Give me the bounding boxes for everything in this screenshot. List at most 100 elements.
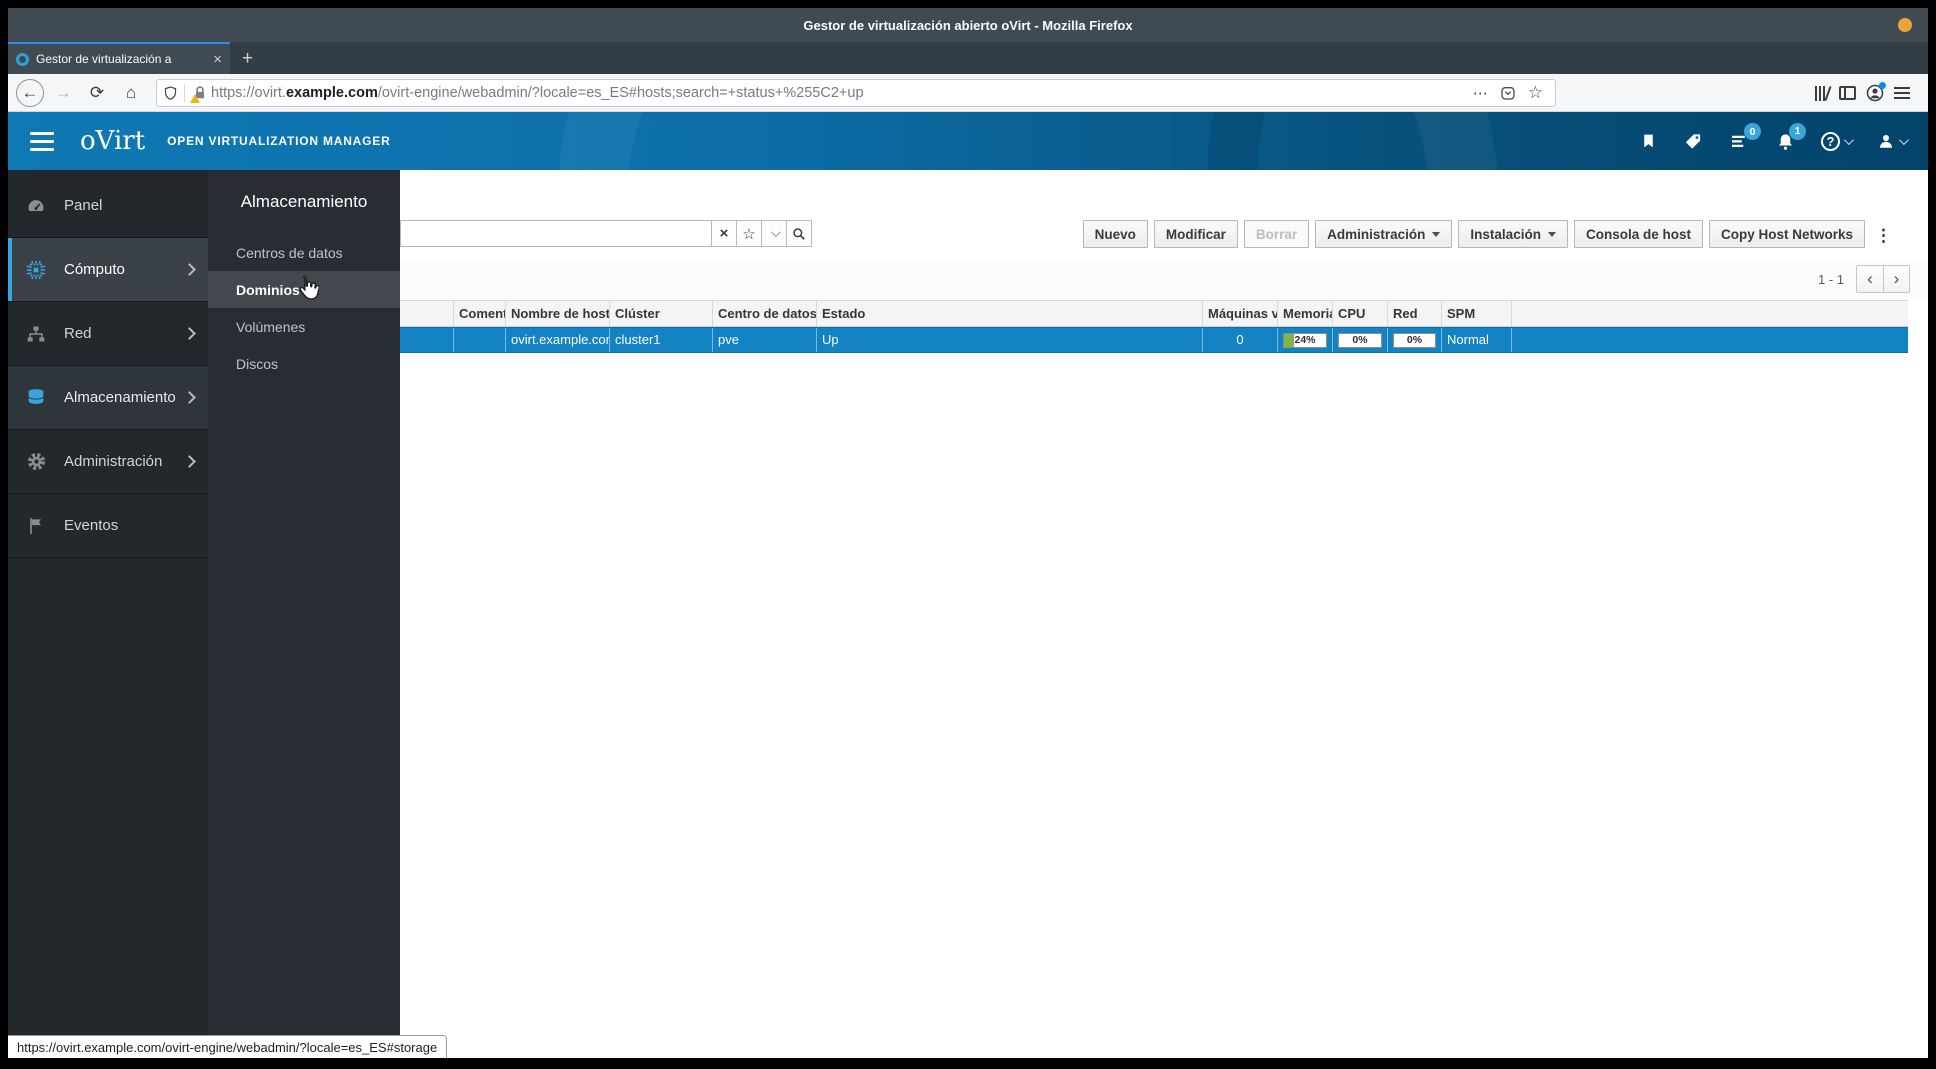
url-bar[interactable]: https://ovirt.example.com/ovirt-engine/w… [156, 78, 1556, 107]
remove-host-button[interactable]: Borrar [1243, 220, 1310, 248]
memory-meter: 24% [1283, 332, 1327, 348]
flyout-item-discos[interactable]: Discos [208, 345, 400, 382]
app-body: Panel Cómputo Red Almacenamiento Adminis… [8, 170, 1928, 1058]
mixed-content-lock-icon[interactable] [190, 85, 209, 103]
account-icon[interactable] [1866, 81, 1886, 102]
host-cell-comment [454, 328, 506, 352]
installation-dropdown-button[interactable]: Instalación [1458, 220, 1568, 248]
help-icon: ? [1821, 131, 1840, 151]
host-buttons: Nuevo Modificar Borrar Administración In… [1082, 220, 1898, 248]
firefox-window: Gestor de virtualización abierto oVirt -… [8, 8, 1928, 1058]
column-header-memoria[interactable]: Memoria [1278, 301, 1333, 326]
user-icon [1880, 135, 1892, 148]
host-cell-cluster: cluster1 [610, 328, 713, 352]
alerts-bell-icon[interactable]: 1 [1776, 122, 1806, 151]
caret-down-icon [1547, 231, 1556, 237]
nav-toggle-hamburger-icon[interactable] [30, 131, 54, 151]
tab-close-icon[interactable]: × [213, 52, 222, 67]
column-header-estado[interactable]: Estado [817, 301, 1203, 326]
host-cell-memory: 24% [1278, 328, 1333, 352]
forward-button[interactable]: → [48, 78, 78, 108]
sidebars-icon[interactable] [1839, 85, 1856, 100]
flyout-item-centros-de-datos[interactable]: Centros de datos [208, 234, 400, 271]
bookmark-star-icon[interactable]: ☆ [1522, 83, 1549, 103]
window-title: Gestor de virtualización abierto oVirt -… [803, 17, 1133, 33]
host-cell-network: 0% [1388, 328, 1442, 352]
host-cell [1512, 328, 1908, 352]
bookmarks-icon[interactable] [1640, 132, 1657, 150]
sidebar-item-label: Cómputo [64, 261, 125, 278]
hosts-table: Comentario Nombre de host o IP Clúster C… [400, 300, 1908, 353]
prev-page-button[interactable]: ‹ [1857, 266, 1883, 292]
host-cell [400, 328, 454, 352]
window-titlebar: Gestor de virtualización abierto oVirt -… [8, 8, 1928, 42]
gear-icon [8, 451, 64, 472]
sidebar-item-red[interactable]: Red [8, 302, 208, 366]
pocket-icon[interactable] [1494, 85, 1522, 101]
host-cell-vms: 0 [1203, 328, 1278, 352]
column-header-comentario[interactable]: Comentario [454, 301, 506, 326]
hosts-main-panel: × ☆ Nuevo Modificar Borrar Administració… [400, 170, 1928, 1058]
home-button[interactable]: ⌂ [116, 78, 146, 108]
search-input[interactable] [400, 220, 712, 247]
column-header-red[interactable]: Red [1388, 301, 1442, 326]
new-host-button[interactable]: Nuevo [1082, 220, 1148, 248]
chevron-right-icon [183, 455, 196, 468]
column-header-nombre[interactable]: Nombre de host o IP [506, 301, 610, 326]
column-header[interactable] [400, 301, 454, 326]
menu-hamburger-icon[interactable] [1894, 86, 1910, 99]
edit-host-button[interactable]: Modificar [1153, 220, 1238, 248]
help-menu[interactable]: ? [1821, 131, 1854, 151]
page-actions-icon[interactable]: ⋯ [1467, 84, 1494, 102]
ovirt-masthead: oVirt OPEN VIRTUALIZATION MANAGER 0 1 ? [8, 112, 1928, 170]
chevron-down-icon [1843, 134, 1854, 145]
url-text: https://ovirt.example.com/ovirt-engine/w… [211, 84, 864, 101]
column-header-spm[interactable]: SPM [1442, 301, 1512, 326]
urlbar-divider [184, 83, 185, 102]
tab-title: Gestor de virtualización a [36, 52, 172, 66]
account-notification-dot [1879, 81, 1886, 89]
masthead-icons: 0 1 ? [1640, 122, 1909, 151]
search-button[interactable] [787, 220, 812, 247]
host-row-selected[interactable]: ovirt.example.com cluster1 pve Up 0 24% [400, 327, 1908, 353]
window-control-button[interactable] [1898, 18, 1912, 32]
column-header-maquinas-virtuales[interactable]: Máquinas virtuales [1203, 301, 1278, 326]
tasks-badge: 0 [1744, 123, 1761, 140]
back-button[interactable]: ← [16, 78, 44, 107]
kebab-menu-icon[interactable]: ⋮ [1871, 223, 1898, 246]
host-console-button[interactable]: Consola de host [1573, 220, 1703, 248]
reload-button[interactable]: ⟳ [82, 78, 112, 108]
column-header [1512, 301, 1908, 326]
search-clear-button[interactable]: × [712, 220, 737, 247]
sidebar-item-label: Red [64, 325, 92, 342]
hosts-table-header: Comentario Nombre de host o IP Clúster C… [400, 300, 1908, 327]
tasks-icon[interactable]: 0 [1729, 123, 1761, 150]
storage-flyout-menu: Almacenamiento Centros de datos Dominios… [208, 170, 400, 1058]
column-header-cluster[interactable]: Clúster [610, 301, 713, 326]
search-bookmark-button[interactable]: ☆ [737, 220, 762, 247]
sidebar-item-almacenamiento[interactable]: Almacenamiento [8, 366, 208, 430]
warning-triangle-icon [190, 93, 200, 103]
tracking-protection-shield-icon[interactable] [163, 85, 178, 101]
host-cell-cpu: 0% [1333, 328, 1388, 352]
sidebar-item-administracion[interactable]: Administración [8, 430, 208, 494]
search-icon [793, 227, 805, 240]
sidebar-item-computo[interactable]: Cómputo [8, 238, 208, 302]
tags-icon[interactable] [1683, 132, 1703, 151]
next-page-button[interactable]: › [1883, 266, 1909, 292]
user-menu[interactable] [1877, 132, 1909, 150]
copy-host-networks-button[interactable]: Copy Host Networks [1708, 220, 1865, 248]
library-icon[interactable] [1815, 85, 1832, 101]
new-tab-button[interactable]: + [230, 44, 265, 74]
browser-tab[interactable]: Gestor de virtualización a × [8, 42, 230, 74]
sidebar-item-panel[interactable]: Panel [8, 174, 208, 238]
tab-bar: Gestor de virtualización a × + [8, 42, 1928, 74]
chevron-right-icon [183, 327, 196, 340]
dashboard-gauge-icon [8, 196, 64, 216]
column-header-centro-de-datos[interactable]: Centro de datos [713, 301, 817, 326]
management-dropdown-button[interactable]: Administración [1315, 220, 1453, 248]
search-dropdown-button[interactable] [762, 220, 787, 247]
flyout-item-volumenes[interactable]: Volúmenes [208, 308, 400, 345]
sidebar-item-eventos[interactable]: Eventos [8, 494, 208, 558]
column-header-cpu[interactable]: CPU [1333, 301, 1388, 326]
